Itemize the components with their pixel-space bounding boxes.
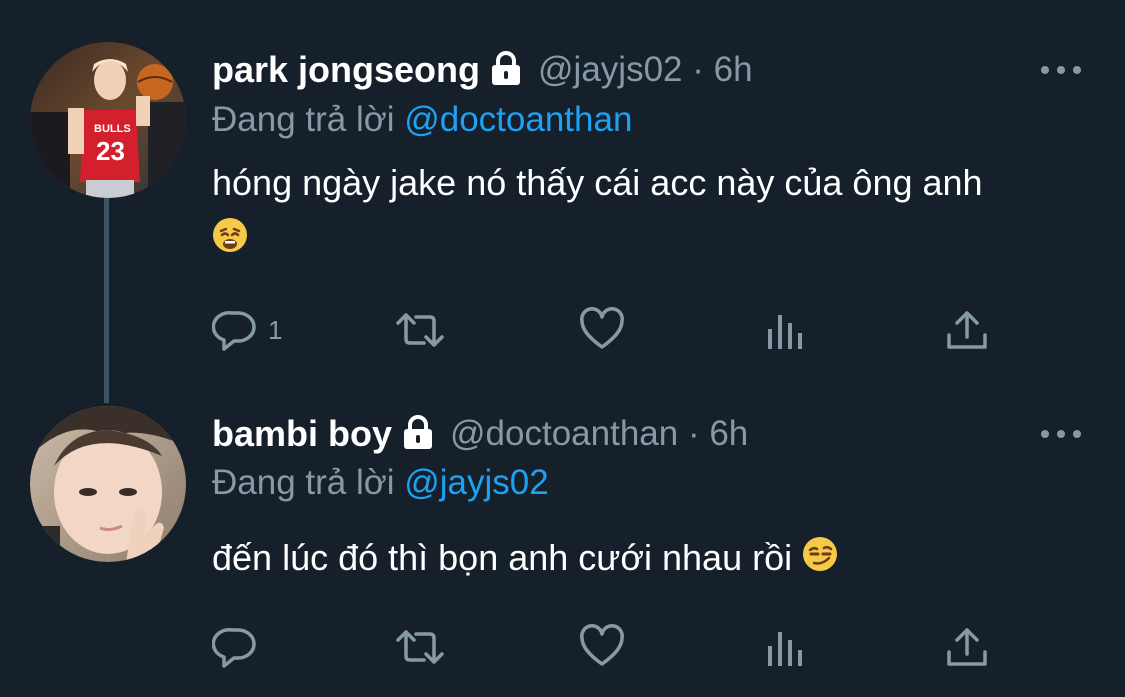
analytics-icon [764,624,806,670]
retweet-button[interactable] [392,622,448,672]
replying-to: Đang trả lời @jayjs02 [212,463,549,503]
tweet-text: hóng ngày jake nó thấy cái acc này của ô… [212,155,1092,269]
like-button[interactable] [578,622,626,672]
tweet-header: park jongseong @jayjs02 · 6h [212,45,753,95]
tweet-actions [212,622,1012,672]
share-button[interactable] [944,622,990,672]
reply-button[interactable] [212,622,268,672]
tweet-text-line: hóng ngày jake nó thấy cái acc này của ô… [212,162,983,203]
display-name[interactable]: bambi boy [212,413,392,455]
more-icon[interactable] [1041,424,1081,444]
analytics-icon [764,307,806,353]
retweet-icon [392,307,448,353]
replying-to-label: Đang trả lời [212,463,395,502]
share-icon [944,307,990,353]
avatar[interactable] [30,406,186,562]
like-icon [578,624,626,670]
thread-connector-line [104,198,109,403]
avatar[interactable]: BULLS 23 [30,42,186,198]
svg-text:BULLS: BULLS [94,123,131,135]
svg-text:23: 23 [96,136,125,166]
lock-icon [400,414,436,455]
reply-count: 1 [268,314,283,345]
share-icon [944,624,990,670]
replying-to-label: Đang trả lời [212,100,395,139]
replying-to: Đang trả lời @doctoanthan [212,100,632,140]
lock-icon [488,50,524,91]
tweet-text-line: đến lúc đó thì bọn anh cưới nhau rồi [212,537,793,578]
tweet-header: bambi boy @doctoanthan · 6h [212,409,748,459]
retweet-button[interactable] [392,305,448,355]
reply-icon [212,624,258,670]
thread: BULLS 23 park jongseong @jayjs02 · 6h Đa… [0,0,1125,697]
reply-icon [212,307,258,353]
share-button[interactable] [944,305,990,355]
mention-link[interactable]: @jayjs02 [404,463,548,502]
handle-and-time[interactable]: @jayjs02 · 6h [538,50,753,90]
tweet-text: đến lúc đó thì bọn anh cưới nhau rồi [212,530,1092,588]
tweet-actions: 1 [212,305,1012,355]
like-icon [578,307,626,353]
handle-and-time[interactable]: @doctoanthan · 6h [450,414,748,454]
smirking-face-icon [802,532,838,588]
retweet-icon [392,624,448,670]
like-button[interactable] [578,305,626,355]
analytics-button[interactable] [764,305,806,355]
reply-button[interactable]: 1 [212,305,282,355]
analytics-button[interactable] [764,622,806,672]
mention-link[interactable]: @doctoanthan [404,100,632,139]
weary-face-icon [212,213,248,269]
display-name[interactable]: park jongseong [212,49,480,91]
more-icon[interactable] [1041,60,1081,80]
